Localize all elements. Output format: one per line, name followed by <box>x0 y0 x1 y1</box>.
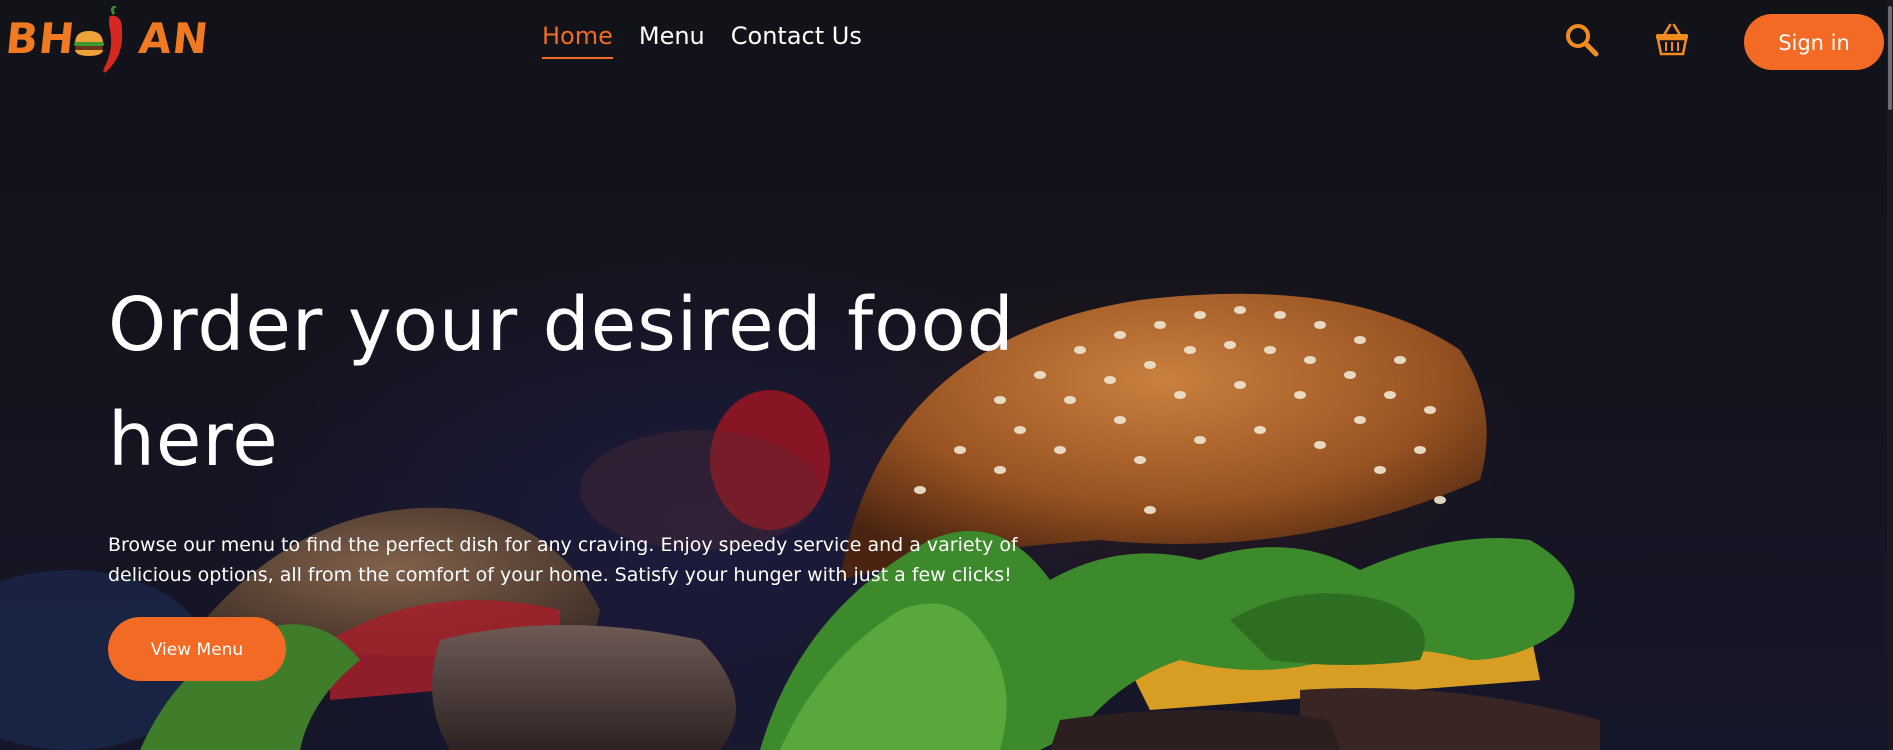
hero-description: Browse our menu to find the perfect dish… <box>108 534 1018 586</box>
sign-in-button[interactable]: Sign in <box>1744 14 1884 70</box>
logo-text-end: AN <box>136 14 212 63</box>
cart-button[interactable] <box>1650 18 1694 62</box>
search-button[interactable] <box>1560 18 1604 62</box>
main-nav: Home Menu Contact Us <box>542 22 862 59</box>
nav-item-home[interactable]: Home <box>542 22 613 59</box>
logo-text-start: BH <box>3 14 78 63</box>
nav-item-menu[interactable]: Menu <box>639 22 705 59</box>
page-scrollbar[interactable] <box>1887 0 1893 750</box>
hero-title: Order your desired food here <box>108 282 1015 483</box>
chili-icon <box>103 6 123 73</box>
nav-item-contact-us[interactable]: Contact Us <box>731 22 862 59</box>
basket-icon <box>1656 23 1688 56</box>
search-icon <box>1566 24 1599 57</box>
brand-logo[interactable]: BH AN <box>3 6 211 76</box>
landing-page: BH AN Home Menu Contact Us Sign in Order… <box>0 0 1893 750</box>
view-menu-button[interactable]: View Menu <box>108 617 286 681</box>
scrollbar-thumb[interactable] <box>1888 6 1892 110</box>
site-header: BH AN Home Menu Contact Us Sign in <box>0 0 1893 84</box>
